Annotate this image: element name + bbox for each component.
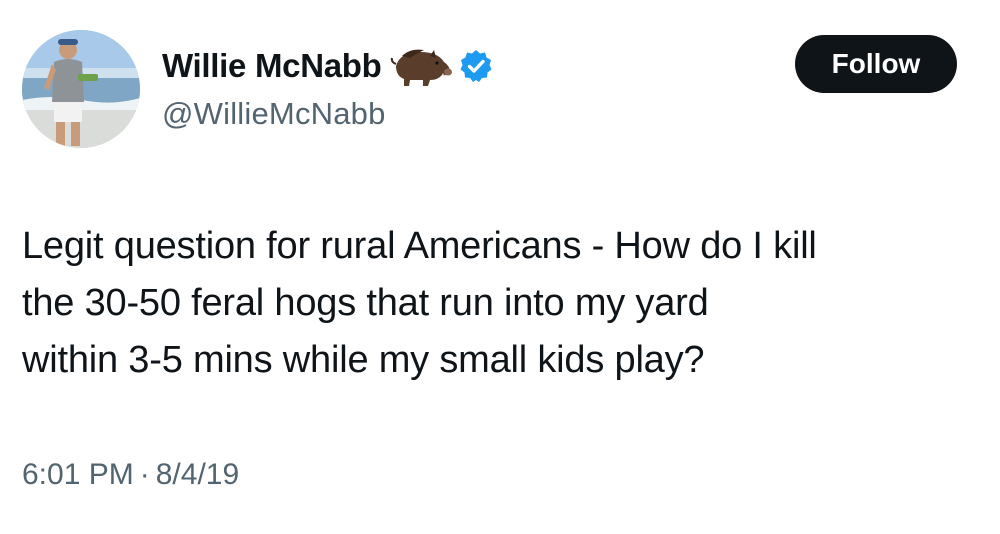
name-row: Willie McNabb xyxy=(162,42,494,90)
tweet-time: 6:01 PM xyxy=(22,458,134,491)
follow-button[interactable]: Follow xyxy=(795,35,957,93)
tweet-timestamp[interactable]: 6:01 PM · 8/4/19 xyxy=(22,458,239,492)
separator-dot: · xyxy=(139,458,150,491)
tweet-text-line: the 30-50 feral hogs that run into my ya… xyxy=(22,282,709,324)
tweet-date: 8/4/19 xyxy=(155,458,240,491)
avatar[interactable] xyxy=(22,30,140,148)
tweet-card: Willie McNabb @WillieMcNabb Follow Legit… xyxy=(0,0,1000,534)
user-handle[interactable]: @WillieMcNabb xyxy=(162,96,386,132)
display-name[interactable]: Willie McNabb xyxy=(162,47,382,85)
tweet-text: Legit question for rural Americans - How… xyxy=(22,218,987,389)
tweet-text-line: within 3-5 mins while my small kids play… xyxy=(22,339,705,381)
boar-icon xyxy=(390,44,452,88)
avatar-photo xyxy=(22,30,140,148)
tweet-text-line: Legit question for rural Americans - How… xyxy=(22,225,817,267)
verified-icon[interactable] xyxy=(458,48,494,84)
